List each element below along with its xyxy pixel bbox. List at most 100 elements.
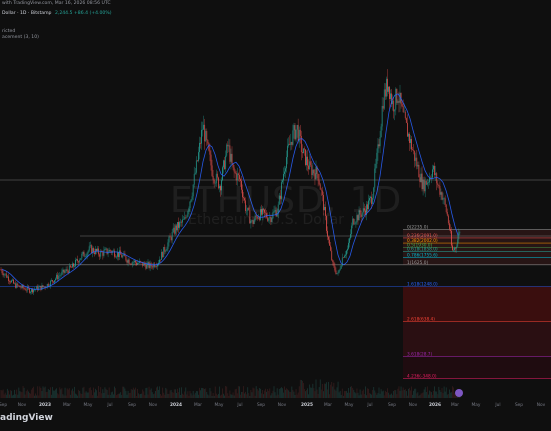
candle-body xyxy=(33,289,34,293)
candle-body xyxy=(231,153,233,164)
candle-body xyxy=(284,171,285,174)
volume-bar xyxy=(357,392,359,398)
candle-body xyxy=(407,122,408,137)
volume-bar xyxy=(115,388,116,398)
volume-bar xyxy=(16,389,18,398)
candle-body xyxy=(135,260,136,263)
volume-bar xyxy=(429,390,430,398)
candle-body xyxy=(55,278,56,281)
candle-body xyxy=(162,251,164,258)
volume-bar xyxy=(286,388,287,398)
candle-body xyxy=(195,160,197,173)
volume-bar xyxy=(233,395,235,398)
volume-bar xyxy=(82,387,84,398)
candle-body xyxy=(404,111,406,119)
symbol-legend[interactable]: Dollar · 1D · Bitstamp 2,244.5 +86.4 (+4… xyxy=(2,11,112,16)
candle-body xyxy=(6,276,8,278)
volume-bar xyxy=(131,389,133,398)
indicator-legend-1[interactable]: ricted xyxy=(2,29,15,34)
candle-body xyxy=(146,263,148,269)
volume-bar xyxy=(195,391,197,398)
candle-body xyxy=(161,251,162,260)
volume-bar xyxy=(229,390,231,398)
volume-bar xyxy=(331,381,333,398)
fib-label: 1.618(1248.0) xyxy=(407,281,438,287)
candle-body xyxy=(181,221,182,223)
candle-body xyxy=(131,262,133,265)
volume-bar xyxy=(132,387,134,398)
volume-bar xyxy=(3,394,5,398)
volume-bar xyxy=(118,393,119,398)
volume-bar xyxy=(11,390,12,398)
volume-bar xyxy=(227,393,229,398)
candle-body xyxy=(239,175,240,180)
volume-bar xyxy=(46,391,48,398)
volume-bar xyxy=(50,387,51,398)
candle-body xyxy=(171,232,173,241)
candle-body xyxy=(304,148,305,150)
volume-bar xyxy=(163,392,165,398)
volume-bar xyxy=(160,394,161,398)
volume-bar xyxy=(387,388,388,398)
volume-bar xyxy=(6,388,8,398)
volume-bar xyxy=(329,394,330,398)
volume-bar xyxy=(58,394,60,398)
candle-body xyxy=(85,256,87,257)
volume-bar xyxy=(378,387,380,398)
volume-bar xyxy=(437,394,439,398)
volume-bar xyxy=(250,389,252,398)
candle-body xyxy=(307,156,308,166)
volume-bar xyxy=(438,386,440,398)
volume-bar xyxy=(375,392,377,398)
candle-body xyxy=(454,247,455,251)
candle-body xyxy=(128,259,130,264)
chart-area[interactable]: 0(2235.0) 0.236(2091.0) 0.382(2002.0) 0.5(1… xyxy=(0,0,551,431)
volume-bar xyxy=(444,391,446,398)
volume-bar xyxy=(122,386,124,398)
candle-body xyxy=(210,154,212,166)
volume-bar xyxy=(235,388,237,398)
volume-bar xyxy=(74,386,75,398)
candle-body xyxy=(351,225,353,235)
fib-label: 0.786(1755.6) xyxy=(407,252,438,258)
volume-bar xyxy=(5,394,7,398)
volume-bar xyxy=(345,391,346,398)
volume-bar xyxy=(389,394,390,398)
volume-bar xyxy=(267,389,269,398)
volume-bar xyxy=(260,388,261,398)
volume-bar xyxy=(403,389,405,398)
volume-bar xyxy=(243,386,244,398)
volume-bar xyxy=(72,388,73,398)
volume-bar xyxy=(25,391,27,398)
candle-body xyxy=(20,287,22,288)
volume-bar xyxy=(189,391,191,398)
candle-body xyxy=(348,242,349,249)
alert-icon[interactable] xyxy=(455,389,463,397)
volume-bar xyxy=(370,393,371,398)
volume-bar xyxy=(324,383,325,398)
volume-bar xyxy=(305,391,306,398)
volume-bar xyxy=(332,386,334,398)
volume-bar xyxy=(71,390,72,398)
volume-bar xyxy=(209,387,211,398)
candle-body xyxy=(312,169,314,176)
volume-bar xyxy=(33,386,34,398)
volume-bar xyxy=(140,394,141,398)
candle-body xyxy=(330,245,332,251)
volume-bar xyxy=(285,389,286,398)
volume-bar xyxy=(200,390,201,398)
volume-bar xyxy=(279,388,281,398)
candle-body xyxy=(315,166,317,180)
volume-bar xyxy=(327,389,328,398)
volume-bar xyxy=(446,394,448,398)
volume-bar xyxy=(86,392,88,398)
indicator-legend-2[interactable]: acement (3, 10) xyxy=(2,35,39,40)
candle-body xyxy=(61,271,63,275)
volume-bar xyxy=(108,387,110,398)
volume-bar xyxy=(212,392,214,398)
volume-bar xyxy=(299,379,301,398)
candle-body xyxy=(36,286,38,290)
volume-bar xyxy=(184,391,186,398)
volume-bar xyxy=(21,392,23,398)
volume-bar xyxy=(53,390,54,398)
